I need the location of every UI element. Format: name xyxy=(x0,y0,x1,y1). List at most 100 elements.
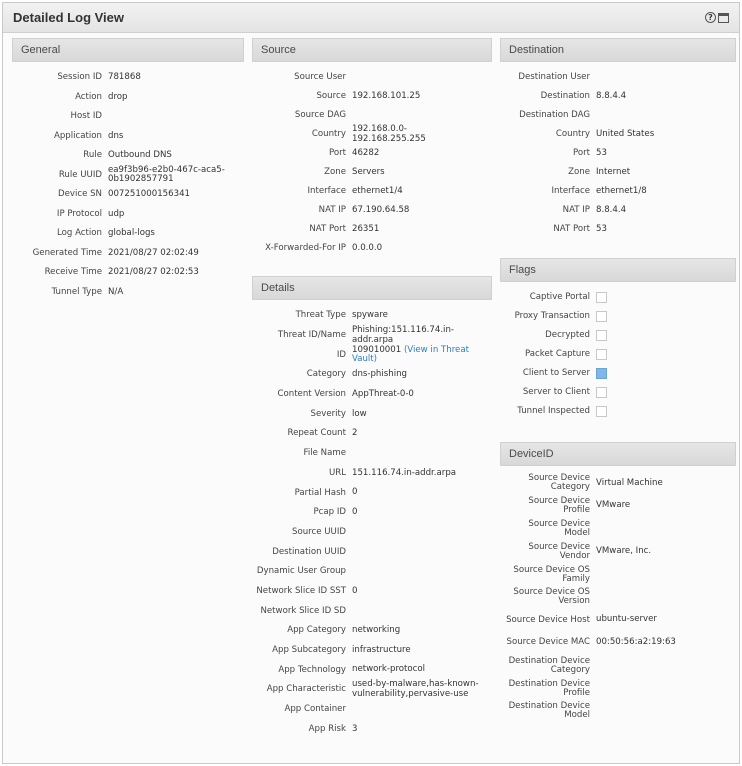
details-label-content-version: Content Version xyxy=(277,389,346,400)
deviceid-row-source-device-os-version: Source Device OS Version xyxy=(500,586,736,609)
general-value-action: drop xyxy=(108,92,226,102)
deviceid-value-text: 00:50:56:a2:19:63 xyxy=(596,637,676,648)
source-value-country: 192.168.0.0-192.168.255.255 xyxy=(352,124,474,144)
general-row-rule: Rule Outbound DNS xyxy=(12,146,244,166)
details-panel: Details Threat Type spyware Threat ID/Name… xyxy=(252,276,492,739)
flags-panel: Flags Captive Portal Proxy Transaction Dec… xyxy=(500,258,736,421)
general-value-text: dns xyxy=(108,130,124,141)
source-label-country: Country xyxy=(311,128,346,139)
general-value-generated-time: 2021/08/27 02:02:49 xyxy=(108,247,226,258)
deviceid-header: DeviceID xyxy=(500,442,736,466)
destination-value-interface: ethernet1/8 xyxy=(596,186,720,196)
flag-label-packet-capture: Packet Capture xyxy=(524,348,590,359)
details-value-text: 0 xyxy=(352,506,358,517)
general-row-rule-uuid: Rule UUID ea9f3b96-e2b0-467c-aca5-0b19028… xyxy=(12,165,244,186)
details-value-text: spyware xyxy=(352,310,388,321)
general-value-text: 2021/08/27 02:02:49 xyxy=(108,247,199,258)
flag-checkbox-tunnel-inspected[interactable] xyxy=(596,406,607,417)
flag-label-server-to-client: Server to Client xyxy=(522,386,590,397)
general-value-device-sn: 007251000156341 xyxy=(108,189,226,199)
general-value-ip-protocol: udp xyxy=(108,209,226,219)
details-label-category: Category xyxy=(306,369,346,380)
flag-checkbox-proxy-transaction[interactable] xyxy=(596,311,607,322)
destination-row-interface: Interface ethernet1/8 xyxy=(500,182,736,201)
details-rows: Threat Type spyware Threat ID/Name Phishing… xyxy=(252,300,492,739)
details-value-text: AppThreat-0-0 xyxy=(352,388,414,399)
flag-checkbox-client-to-server[interactable] xyxy=(596,368,607,379)
details-value-text: 2 xyxy=(352,428,358,439)
flag-row-server-to-client: Server to Client xyxy=(500,383,736,402)
deviceid-label-destination-device-model: Destination Device Model xyxy=(508,701,590,721)
destination-row-destination: Destination 8.8.4.4 xyxy=(500,87,736,106)
details-label-severity: Severity xyxy=(310,408,347,419)
details-label-app-subcategory: App Subcategory xyxy=(272,645,346,656)
details-label-app-characteristic: App Characteristic xyxy=(266,684,346,695)
general-label-generated-time: Generated Time xyxy=(32,247,102,258)
deviceid-row-source-device-model: Source Device Model xyxy=(500,518,736,541)
general-value-text: global-logs xyxy=(108,228,155,239)
details-value-text: used-by-malware,has-known-vulnerability,… xyxy=(352,679,479,699)
source-label-source: Source xyxy=(316,90,346,101)
details-value-app-subcategory: infrastructure xyxy=(352,645,480,655)
source-row-source: Source 192.168.101.25 xyxy=(252,87,492,106)
destination-label-destination-dag: Destination DAG xyxy=(519,109,590,120)
general-value-text: 2021/08/27 02:02:53 xyxy=(108,267,199,278)
flag-checkbox-decrypted[interactable] xyxy=(596,330,607,341)
destination-row-nat-port: NAT Port 53 xyxy=(500,220,736,239)
deviceid-row-source-device-vendor: Source Device Vendor VMware, Inc. xyxy=(500,540,736,563)
general-label-rule-uuid: Rule UUID xyxy=(58,169,102,180)
flags-rows: Captive Portal Proxy Transaction Decrypted… xyxy=(500,282,736,421)
details-value-text: networking xyxy=(352,625,401,636)
general-label-ip-protocol: IP Protocol xyxy=(56,208,102,219)
source-value-text: 67.190.64.58 xyxy=(352,204,410,215)
details-value-content-version: AppThreat-0-0 xyxy=(352,388,480,399)
deviceid-row-source-device-profile: Source Device Profile VMware xyxy=(500,495,736,518)
deviceid-value-text: Virtual Machine xyxy=(596,477,663,488)
deviceid-label-source-device-os-version: Source Device OS Version xyxy=(513,587,590,607)
flag-checkbox-server-to-client[interactable] xyxy=(596,387,607,398)
source-value-interface: ethernet1/4 xyxy=(352,186,474,196)
general-label-action: Action xyxy=(75,91,102,102)
source-row-x-forwarded-for-ip: X-Forwarded-For IP 0.0.0.0 xyxy=(252,239,492,258)
flag-row-decrypted: Decrypted xyxy=(500,326,736,345)
general-value-text: Outbound DNS xyxy=(108,150,172,161)
help-icon[interactable]: ? xyxy=(705,12,716,23)
details-row-app-subcategory: App Subcategory infrastructure xyxy=(252,641,492,661)
destination-label-country: Country xyxy=(555,128,590,139)
source-value-text: 46282 xyxy=(352,147,380,158)
flag-label-captive-portal: Captive Portal xyxy=(529,291,590,302)
details-value-text: dns-phishing xyxy=(352,369,407,380)
source-label-interface: Interface xyxy=(307,185,346,196)
details-value-text: 151.116.74.in-addr.arpa xyxy=(352,467,457,478)
general-value-tunnel-type: N/A xyxy=(108,287,226,297)
deviceid-value-source-device-profile: VMware xyxy=(596,501,724,510)
details-value-text: low xyxy=(352,408,367,419)
details-row-id: ID 109010001 (View in Threat Vault) xyxy=(252,345,492,365)
destination-value-destination: 8.8.4.4 xyxy=(596,90,720,101)
details-label-repeat-count: Repeat Count xyxy=(287,428,346,439)
deviceid-value-source-device-category: Virtual Machine xyxy=(596,477,724,488)
source-value-text: 0.0.0.0 xyxy=(352,242,383,253)
flag-label-client-to-server: Client to Server xyxy=(522,367,590,378)
deviceid-row-source-device-host: Source Device Host ubuntu-server xyxy=(500,609,736,632)
flag-checkbox-captive-portal[interactable] xyxy=(596,292,607,303)
destination-row-zone: Zone Internet xyxy=(500,163,736,182)
general-label-application: Application xyxy=(53,130,102,141)
details-label-threat-id-name: Threat ID/Name xyxy=(277,330,346,341)
flag-checkbox-packet-capture[interactable] xyxy=(596,349,607,360)
details-row-app-characteristic: App Characteristic used-by-malware,has-kn… xyxy=(252,680,492,700)
details-value-threat-type: spyware xyxy=(352,310,480,321)
details-row-pcap-id: Pcap ID 0 xyxy=(252,503,492,523)
details-row-app-risk: App Risk 3 xyxy=(252,719,492,739)
destination-value-text: 8.8.4.4 xyxy=(596,90,627,101)
destination-value-port: 53 xyxy=(596,148,720,158)
maximize-icon[interactable] xyxy=(718,12,729,23)
details-value-text: Phishing:151.116.74.in-addr.arpa xyxy=(352,325,454,345)
details-label-network-slice-id-sst: Network Slice ID SST xyxy=(256,585,346,596)
details-value-text: 0 xyxy=(352,585,358,596)
details-label-app-technology: App Technology xyxy=(278,664,346,675)
destination-label-interface: Interface xyxy=(551,185,590,196)
source-value-text: Servers xyxy=(352,166,385,177)
source-value-text: 26351 xyxy=(352,223,380,234)
source-label-source-dag: Source DAG xyxy=(294,109,346,120)
